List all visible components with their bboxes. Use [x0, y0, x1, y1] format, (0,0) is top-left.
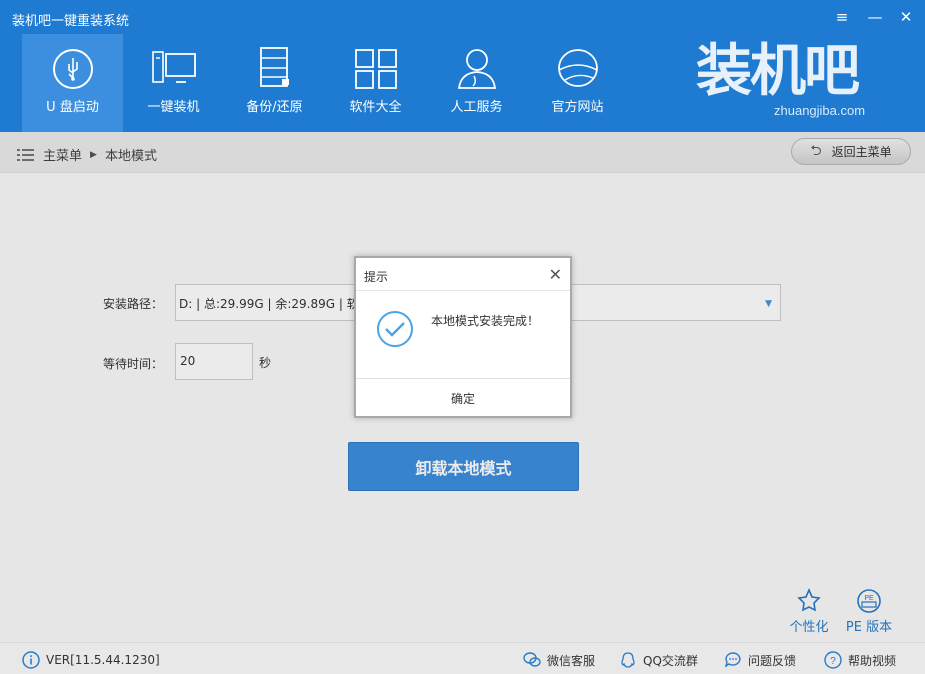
qq-icon: [621, 652, 635, 668]
dialog-message: 本地模式安装完成！: [431, 314, 540, 328]
nav-support[interactable]: 人工服务: [426, 34, 527, 132]
nav-label: 一键装机: [147, 100, 200, 115]
version-info: VER[11.5.44.1230]: [22, 651, 160, 669]
nav-backup-restore[interactable]: 备份/还原: [224, 34, 325, 132]
qq-label: QQ交流群: [643, 653, 698, 668]
feedback-icon: [724, 652, 741, 668]
nav-one-click-install[interactable]: 一键装机: [123, 34, 224, 132]
nav-usb-boot[interactable]: U 盘启动: [22, 34, 123, 132]
dialog-confirm-button[interactable]: 确定: [356, 378, 570, 418]
feedback-label: 问题反馈: [748, 653, 797, 668]
nav-label: 软件大全: [349, 100, 402, 115]
menu-icon[interactable]: ≡: [833, 8, 851, 26]
globe-icon: [557, 49, 598, 87]
nav-software[interactable]: 软件大全: [325, 34, 426, 132]
help-video-link[interactable]: ? 帮助视频: [824, 651, 896, 669]
header-bar: 装机吧一键重装系统 ≡ — ✕ U 盘启动 一键装机 备份/还原 软件大全 人工…: [0, 0, 925, 132]
person-icon: [457, 49, 496, 89]
nav-label: 备份/还原: [246, 100, 303, 115]
help-icon: ?: [824, 651, 842, 669]
svg-text:?: ?: [830, 656, 836, 667]
feedback-link[interactable]: 问题反馈: [724, 651, 796, 669]
brand-url: zhuangjiba.com: [774, 103, 866, 118]
minimize-button[interactable]: —: [866, 8, 884, 26]
status-bar: VER[11.5.44.1230] 微信客服 QQ交流群 问题反馈 ? 帮助视频: [0, 642, 925, 674]
wechat-support-link[interactable]: 微信客服: [523, 651, 595, 669]
info-icon: [22, 651, 40, 669]
notice-dialog: 提示 ✕ 本地模式安装完成！ 确定: [354, 256, 572, 418]
version-text: VER[11.5.44.1230]: [46, 653, 160, 667]
main-nav: U 盘启动 一键装机 备份/还原 软件大全 人工服务 官方网站: [22, 34, 628, 132]
nav-label: U 盘启动: [46, 100, 99, 115]
apps-grid-icon: [354, 49, 397, 89]
nav-label: 官方网站: [551, 100, 604, 115]
check-circle-icon: [377, 311, 413, 347]
wechat-label: 微信客服: [547, 653, 596, 668]
brand-title: 装机吧: [696, 38, 860, 104]
wechat-icon: [523, 652, 541, 667]
help-video-label: 帮助视频: [848, 653, 897, 668]
window-title: 装机吧一键重装系统: [12, 14, 130, 29]
dialog-header: 提示 ✕: [356, 258, 570, 291]
nav-website[interactable]: 官方网站: [527, 34, 628, 132]
nav-label: 人工服务: [450, 100, 503, 115]
backup-icon: [259, 47, 289, 87]
qq-group-link[interactable]: QQ交流群: [619, 651, 698, 669]
dialog-close-button[interactable]: ✕: [549, 265, 562, 284]
brand-logo: 装机吧 zhuangjiba.com: [696, 40, 876, 120]
usb-icon: [52, 49, 93, 89]
computer-icon: [151, 51, 196, 83]
dialog-title: 提示: [364, 270, 389, 284]
close-button[interactable]: ✕: [897, 8, 915, 26]
